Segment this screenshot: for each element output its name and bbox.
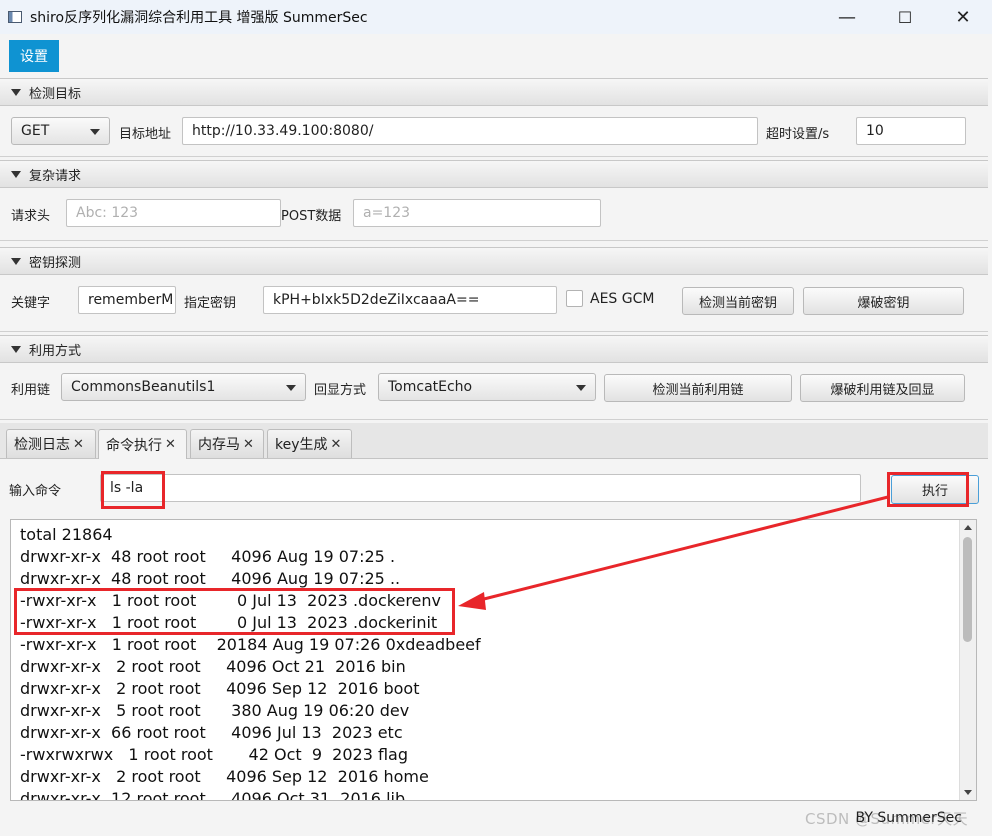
maximize-button[interactable]: ☐ (876, 0, 934, 34)
highlight-command-box (101, 471, 165, 509)
output-line: drwxr-xr-x 12 root root 4096 Oct 31 2016… (20, 789, 406, 801)
aes-gcm-label: AES GCM (590, 291, 655, 307)
output-line: drwxr-xr-x 5 root root 380 Aug 19 06:20 … (20, 701, 410, 720)
tab-bar: 检测日志 ✕ 命令执行 ✕ 内存马 ✕ key生成 ✕ (0, 423, 988, 459)
tab-command-exec[interactable]: 命令执行 ✕ (98, 429, 187, 459)
output-line: -rwxrwxrwx 1 root root 42 Oct 9 2023 fla… (20, 745, 409, 764)
output-line: drwxr-xr-x 48 root root 4096 Aug 19 07:2… (20, 569, 401, 588)
close-icon[interactable]: ✕ (243, 437, 254, 452)
timeout-label: 超时设置/s (766, 127, 830, 142)
scroll-down-icon[interactable] (964, 790, 972, 795)
check-key-button[interactable]: 检测当前密钥 (682, 287, 794, 315)
scroll-up-icon[interactable] (964, 525, 972, 530)
app-icon (8, 11, 22, 23)
section-header-exploit[interactable]: 利用方式 (0, 335, 988, 363)
section-title: 复杂请求 (29, 168, 82, 184)
tab-detect-log[interactable]: 检测日志 ✕ (6, 429, 96, 458)
menu-bar: 设置 (0, 40, 992, 72)
command-label: 输入命令 (9, 484, 62, 499)
collapse-triangle-icon (11, 170, 21, 178)
keyword-input[interactable]: rememberM (78, 286, 176, 314)
tab-memshell[interactable]: 内存马 ✕ (190, 429, 264, 458)
output-scrollbar[interactable] (959, 520, 976, 800)
tab-label: 命令执行 (106, 437, 162, 454)
highlight-execute-box (887, 472, 969, 507)
footer-author: BY SummerSec (855, 810, 962, 826)
window-controls: — ☐ ✕ (818, 0, 992, 34)
section-header-target[interactable]: 检测目标 (0, 78, 988, 106)
chain-select[interactable]: CommonsBeanutils1 (61, 373, 306, 401)
output-line: total 21864 (20, 525, 113, 544)
section-title: 密钥探测 (29, 255, 82, 271)
section-header-key[interactable]: 密钥探测 (0, 247, 988, 275)
echo-select[interactable]: TomcatEcho (378, 373, 596, 401)
close-button[interactable]: ✕ (934, 0, 992, 34)
echo-label: 回显方式 (314, 383, 367, 398)
tab-label: key生成 (275, 437, 328, 453)
url-label: 目标地址 (119, 127, 172, 142)
close-icon[interactable]: ✕ (165, 437, 176, 452)
tab-key-gen[interactable]: key生成 ✕ (267, 429, 352, 458)
close-icon[interactable]: ✕ (73, 437, 84, 452)
section-title: 利用方式 (29, 343, 82, 359)
dropdown-arrow-icon (286, 385, 296, 391)
key-label: 指定密钥 (184, 296, 237, 311)
key-input[interactable]: kPH+bIxk5D2deZiIxcaaaA== (263, 286, 557, 314)
header-label: 请求头 (11, 209, 51, 224)
section-title: 检测目标 (29, 86, 82, 102)
keyword-label: 关键字 (11, 296, 51, 311)
tab-label: 内存马 (198, 437, 240, 453)
brute-key-button[interactable]: 爆破密钥 (803, 287, 964, 315)
method-value: GET (21, 123, 50, 139)
output-line: drwxr-xr-x 2 root root 4096 Sep 12 2016 … (20, 767, 429, 786)
title-bar: shiro反序列化漏洞综合利用工具 增强版 SummerSec — ☐ ✕ (0, 0, 992, 34)
url-input[interactable]: http://10.33.49.100:8080/ (182, 117, 758, 145)
highlight-docker-files-box (14, 588, 455, 635)
aes-gcm-checkbox[interactable] (566, 290, 583, 307)
minimize-button[interactable]: — (818, 0, 876, 34)
dropdown-arrow-icon (90, 129, 100, 135)
tab-label: 检测日志 (14, 437, 70, 453)
output-line: drwxr-xr-x 2 root root 4096 Oct 21 2016 … (20, 657, 406, 676)
brute-chain-button[interactable]: 爆破利用链及回显 (800, 374, 965, 402)
header-input[interactable]: Abc: 123 (66, 199, 281, 227)
output-line: drwxr-xr-x 2 root root 4096 Sep 12 2016 … (20, 679, 420, 698)
collapse-triangle-icon (11, 257, 21, 265)
check-chain-button[interactable]: 检测当前利用链 (604, 374, 792, 402)
section-body-exploit: 利用链 CommonsBeanutils1 回显方式 TomcatEcho 检测… (0, 363, 988, 420)
scroll-thumb[interactable] (963, 537, 972, 642)
echo-value: TomcatEcho (388, 379, 473, 395)
collapse-triangle-icon (11, 88, 21, 96)
command-output[interactable]: total 21864 drwxr-xr-x 48 root root 4096… (10, 519, 977, 801)
menu-settings[interactable]: 设置 (9, 40, 59, 72)
chain-value: CommonsBeanutils1 (71, 379, 216, 395)
section-body-key: 关键字 rememberM 指定密钥 kPH+bIxk5D2deZiIxcaaa… (0, 275, 988, 332)
section-body-target: GET 目标地址 http://10.33.49.100:8080/ 超时设置/… (0, 106, 988, 157)
output-line: drwxr-xr-x 66 root root 4096 Jul 13 2023… (20, 723, 403, 742)
section-header-request[interactable]: 复杂请求 (0, 160, 988, 188)
section-body-request: 请求头 Abc: 123 POST数据 a=123 (0, 188, 988, 241)
post-input[interactable]: a=123 (353, 199, 601, 227)
dropdown-arrow-icon (576, 385, 586, 391)
chain-label: 利用链 (11, 383, 51, 398)
close-icon[interactable]: ✕ (331, 437, 342, 452)
window-title: shiro反序列化漏洞综合利用工具 增强版 SummerSec (30, 10, 368, 26)
command-input[interactable]: ls -la (100, 474, 861, 502)
output-line: drwxr-xr-x 48 root root 4096 Aug 19 07:2… (20, 547, 396, 566)
collapse-triangle-icon (11, 345, 21, 353)
output-line: -rwxr-xr-x 1 root root 20184 Aug 19 07:2… (20, 635, 481, 654)
timeout-input[interactable]: 10 (856, 117, 966, 145)
method-select[interactable]: GET (11, 117, 110, 145)
post-label: POST数据 (281, 209, 342, 224)
